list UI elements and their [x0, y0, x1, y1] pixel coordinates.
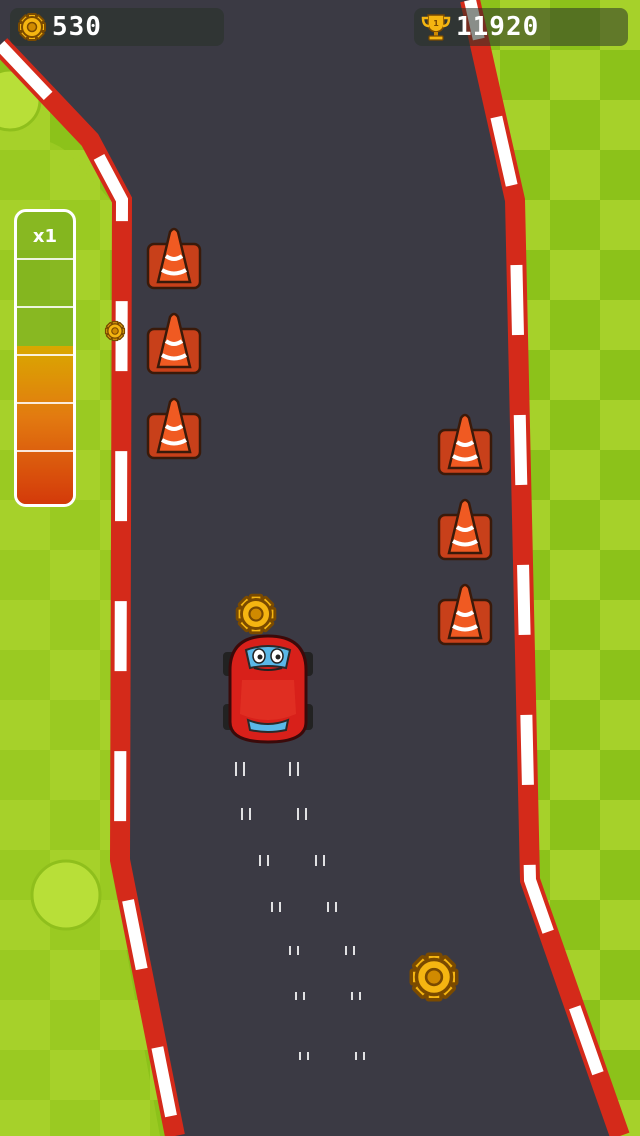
best-score-value: 11920 [456, 12, 540, 42]
game-scene [0, 0, 640, 1136]
svg-text:1: 1 [433, 19, 439, 28]
coin-count: 530 [52, 12, 102, 42]
coin-counter: 530 [10, 8, 224, 46]
gear-coin-icon [18, 13, 46, 41]
player-car[interactable] [223, 634, 313, 744]
trophy-icon: 1 [421, 14, 451, 41]
multiplier-label: x1 [32, 226, 58, 247]
gear-coin-pickup [409, 952, 459, 1002]
gear-coin-pickup [104, 320, 126, 342]
multiplier-meter: x1 [14, 209, 76, 507]
best-score: 1 11920 [414, 8, 628, 46]
gear-coin-pickup [235, 593, 277, 635]
